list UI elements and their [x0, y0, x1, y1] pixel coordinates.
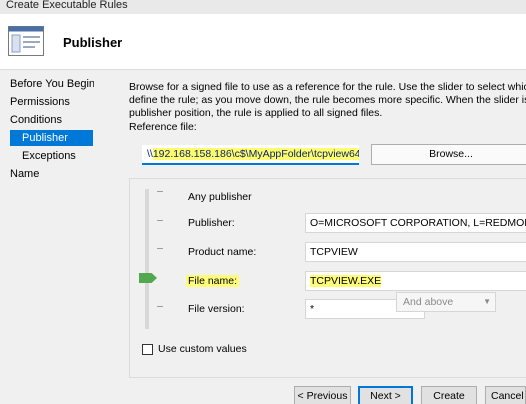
slider-tick [157, 191, 163, 192]
create-button[interactable]: Create [421, 386, 477, 404]
specificity-slider[interactable] [145, 189, 149, 329]
cancel-button[interactable]: Cancel [485, 386, 526, 404]
file-name-label: File name: [186, 275, 240, 287]
next-button[interactable]: Next > [358, 386, 413, 404]
reference-file-input[interactable]: \\192.168.158.186\c$\MyAppFolder\tcpview… [142, 145, 359, 165]
nav-item-publisher[interactable]: Publisher [10, 130, 93, 146]
file-name-field: TCPVIEW.EXE [305, 271, 526, 291]
chevron-down-icon: ▼ [483, 297, 491, 306]
product-name-field: TCPVIEW [305, 242, 526, 262]
version-comparison-select[interactable]: And above ▼ [396, 292, 496, 312]
window-title: Create Executable Rules [0, 0, 526, 14]
nav-item-permissions[interactable]: Permissions [10, 94, 94, 110]
nav-item-conditions[interactable]: Conditions [10, 112, 94, 128]
product-name-label: Product name: [188, 246, 257, 258]
publisher-field: O=MICROSOFT CORPORATION, L=REDMOND, S=WA… [305, 213, 526, 233]
path-value: 192.168.158.186\c$\MyAppFolder\tcpview64… [152, 148, 359, 160]
wizard-header: Publisher [0, 14, 526, 70]
file-version-label: File version: [188, 303, 245, 315]
wizard-content: Browse for a signed file to use as a ref… [94, 70, 526, 404]
nav-item-before-you-begin[interactable]: Before You Begin [10, 76, 94, 92]
publisher-label: Publisher: [188, 217, 235, 229]
custom-values-label[interactable]: Use custom values [158, 343, 247, 355]
wizard-window-icon [8, 26, 44, 56]
description-line: publisher position, the rule is applied … [129, 107, 383, 119]
file-name-value: TCPVIEW.EXE [310, 275, 382, 287]
slider-tick [157, 220, 163, 221]
reference-file-label: Reference file: [129, 121, 197, 133]
nav-item-exceptions[interactable]: Exceptions [22, 148, 94, 164]
page-title: Publisher [63, 35, 123, 50]
path-prefix: \\ [147, 148, 153, 160]
description-line: define the rule; as you move down, the r… [129, 94, 526, 106]
description-line: Browse for a signed file to use as a ref… [129, 81, 526, 93]
slider-thumb[interactable] [139, 273, 157, 283]
version-comparison-value: And above [403, 296, 454, 308]
custom-values-checkbox[interactable] [142, 344, 153, 355]
slider-tick [157, 248, 163, 249]
previous-button[interactable]: < Previous [294, 386, 351, 404]
nav-item-name[interactable]: Name [10, 166, 94, 182]
slider-tick [157, 306, 163, 307]
any-publisher-label: Any publisher [188, 191, 252, 203]
browse-button[interactable]: Browse... [371, 144, 526, 165]
description-text: Browse for a signed file to use as a ref… [129, 81, 526, 120]
wizard-nav: Before You Begin Permissions Conditions … [0, 70, 94, 404]
